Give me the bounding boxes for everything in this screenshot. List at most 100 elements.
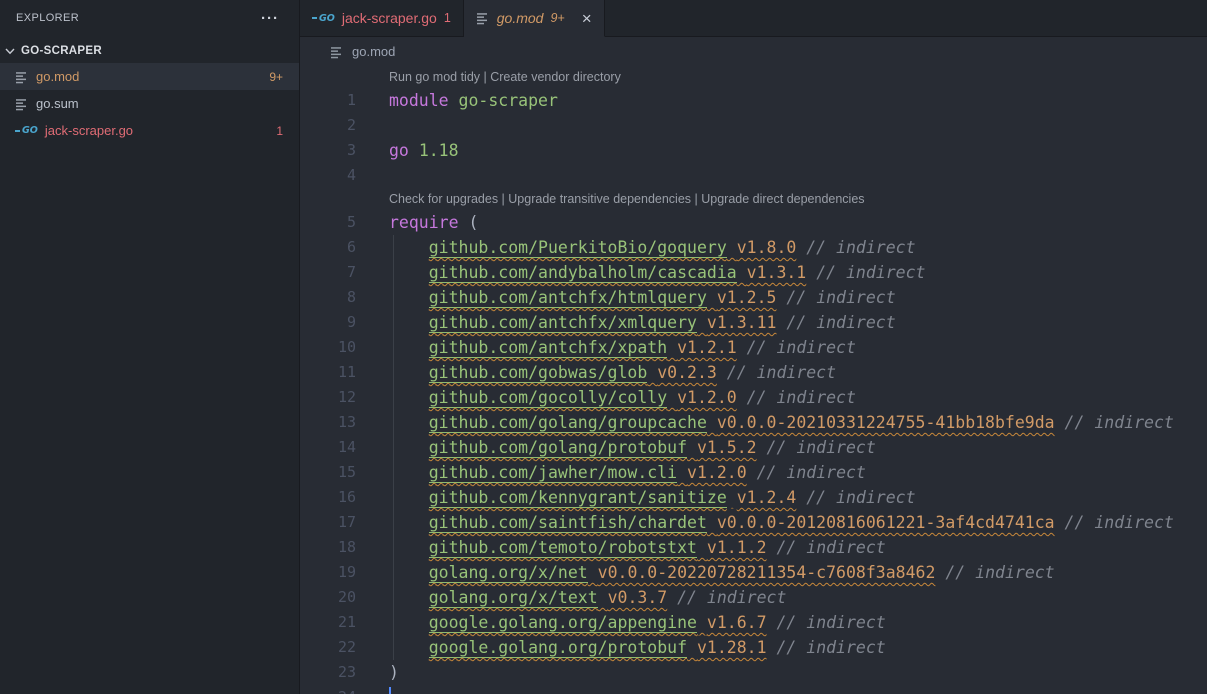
dependency-version: v1.2.4 [737, 488, 797, 507]
dependency-version: v0.0.0-20220728211354-c7608f3a8462 [598, 563, 936, 582]
tab-bar: GO jack-scraper.go 1 go.mod 9+ × [300, 0, 1207, 37]
code-line-content[interactable]: golang.org/x/text v0.3.7 // indirect [356, 585, 786, 610]
code-line-content[interactable]: github.com/golang/groupcache v0.0.0-2021… [356, 410, 1174, 435]
indirect-comment: // indirect [677, 588, 786, 607]
code-line-content[interactable]: github.com/antchfx/htmlquery v1.2.5 // i… [356, 285, 896, 310]
indirect-comment: // indirect [757, 463, 866, 482]
dependency-module-link[interactable]: github.com/antchfx/htmlquery [429, 288, 707, 308]
more-actions-icon[interactable]: ··· [261, 11, 279, 26]
file-row-go-sum[interactable]: go.sum [0, 90, 299, 117]
codelens-commands[interactable]: Run go mod tidy | Create vendor director… [389, 66, 621, 88]
file-row-go-mod[interactable]: go.mod 9+ [0, 63, 299, 90]
list-icon [330, 45, 344, 59]
indirect-comment: // indirect [786, 288, 895, 307]
code-line-content[interactable]: github.com/golang/protobuf v1.5.2 // ind… [356, 435, 876, 460]
code-line-content[interactable]: ) [356, 660, 399, 685]
line-number: 8 [300, 285, 356, 310]
close-icon[interactable]: × [582, 10, 592, 27]
dependency-module-link[interactable]: google.golang.org/appengine [429, 613, 697, 633]
dependency-module-link[interactable]: github.com/gocolly/colly [429, 388, 667, 408]
code-line-content[interactable]: github.com/temoto/robotstxt v1.1.2 // in… [356, 535, 886, 560]
warning-squiggle-span: google.golang.org/protobuf v1.28.1 [429, 638, 767, 658]
indent-guide [393, 410, 394, 435]
tab-go-mod[interactable]: go.mod 9+ × [464, 0, 605, 37]
code-token: go-scraper [459, 91, 558, 110]
code-line-content[interactable] [356, 163, 389, 188]
code-line-content[interactable]: google.golang.org/appengine v1.6.7 // in… [356, 610, 886, 635]
code-line-content[interactable]: github.com/andybalholm/cascadia v1.3.1 /… [356, 260, 925, 285]
code-line-content[interactable]: github.com/saintfish/chardet v0.0.0-2012… [356, 510, 1174, 535]
dependency-module-link[interactable]: github.com/antchfx/xpath [429, 338, 667, 358]
code-line-content[interactable]: golang.org/x/net v0.0.0-20220728211354-c… [356, 560, 1055, 585]
code-line: 16 github.com/kennygrant/sanitize v1.2.4… [300, 485, 1207, 510]
dependency-module-link[interactable]: github.com/temoto/robotstxt [429, 538, 697, 558]
dependency-module-link[interactable]: github.com/golang/protobuf [429, 438, 687, 458]
code-line-content[interactable]: module go-scraper [356, 88, 558, 113]
line-number: 5 [300, 210, 356, 235]
code-line-content[interactable]: github.com/jawher/mow.cli v1.2.0 // indi… [356, 460, 866, 485]
dependency-module-link[interactable]: github.com/kennygrant/sanitize [429, 488, 727, 508]
code-line: 20 golang.org/x/text v0.3.7 // indirect [300, 585, 1207, 610]
dependency-module-link[interactable]: github.com/saintfish/chardet [429, 513, 707, 533]
line-number: 3 [300, 138, 356, 163]
warning-squiggle-span: github.com/antchfx/htmlquery v1.2.5 [429, 288, 777, 308]
code-line-content[interactable]: github.com/gocolly/colly v1.2.0 // indir… [356, 385, 856, 410]
dependency-module-link[interactable]: github.com/golang/groupcache [429, 413, 707, 433]
code-line-content[interactable]: github.com/kennygrant/sanitize v1.2.4 //… [356, 485, 916, 510]
dependency-version: v0.3.7 [608, 588, 668, 607]
dependency-module-link[interactable]: github.com/PuerkitoBio/goquery [429, 238, 727, 258]
dependency-module-link[interactable]: github.com/gobwas/glob [429, 363, 648, 383]
explorer-header: EXPLORER ··· [0, 0, 299, 36]
warning-squiggle-span: golang.org/x/text v0.3.7 [429, 588, 667, 608]
code-line-content[interactable]: require ( [356, 210, 478, 235]
warning-squiggle-span: github.com/golang/groupcache v0.0.0-2021… [429, 413, 1055, 433]
dependency-version: v1.6.7 [707, 613, 767, 632]
code-area[interactable]: Run go mod tidy | Create vendor director… [300, 66, 1207, 694]
dependency-module-link[interactable]: golang.org/x/text [429, 588, 598, 608]
file-row-jack-scraper[interactable]: GO jack-scraper.go 1 [0, 117, 299, 144]
breadcrumb[interactable]: go.mod [300, 37, 1207, 66]
code-token: ) [389, 663, 399, 682]
breadcrumb-item[interactable]: go.mod [352, 44, 395, 59]
code-line-content[interactable]: github.com/antchfx/xmlquery v1.3.11 // i… [356, 310, 896, 335]
dependency-module-link[interactable]: github.com/andybalholm/cascadia [429, 263, 737, 283]
code-line-content[interactable] [356, 685, 389, 694]
code-line-content[interactable] [356, 113, 389, 138]
indent-guide [393, 585, 394, 610]
file-name: go.mod [36, 69, 262, 84]
code-line-content[interactable]: github.com/PuerkitoBio/goquery v1.8.0 //… [356, 235, 916, 260]
code-line-content[interactable]: github.com/antchfx/xpath v1.2.1 // indir… [356, 335, 856, 360]
warning-squiggle-span: github.com/temoto/robotstxt v1.1.2 [429, 538, 767, 558]
dependency-module-link[interactable]: github.com/jawher/mow.cli [429, 463, 677, 483]
dependency-module-link[interactable]: google.golang.org/protobuf [429, 638, 687, 658]
warning-squiggle-span: github.com/kennygrant/sanitize v1.2.4 [429, 488, 797, 508]
line-number: 17 [300, 510, 356, 535]
code-token: require [389, 213, 459, 232]
dependency-module-link[interactable]: github.com/antchfx/xmlquery [429, 313, 697, 333]
warning-squiggle-span: github.com/antchfx/xmlquery v1.3.11 [429, 313, 777, 333]
tab-label: jack-scraper.go [342, 10, 437, 26]
code-line-content[interactable]: github.com/gobwas/glob v0.2.3 // indirec… [356, 360, 836, 385]
code-line: 7 github.com/andybalholm/cascadia v1.3.1… [300, 260, 1207, 285]
code-line: 23) [300, 660, 1207, 685]
tab-jack-scraper[interactable]: GO jack-scraper.go 1 [300, 0, 464, 37]
vscode-window: EXPLORER ··· GO-SCRAPER go.mod 9+ go.sum… [0, 0, 1207, 694]
codelens-commands[interactable]: Check for upgrades | Upgrade transitive … [389, 188, 865, 210]
indirect-comment: // indirect [767, 438, 876, 457]
code-line: 24 [300, 685, 1207, 694]
indent-guide [393, 560, 394, 585]
code-line: 12 github.com/gocolly/colly v1.2.0 // in… [300, 385, 1207, 410]
folder-section-header[interactable]: GO-SCRAPER [0, 39, 299, 63]
problem-badge: 1 [276, 124, 283, 138]
code-line-content[interactable]: go 1.18 [356, 138, 459, 163]
indent-guide [393, 460, 394, 485]
list-icon [15, 97, 29, 111]
indent-guide [393, 360, 394, 385]
code-line: 10 github.com/antchfx/xpath v1.2.1 // in… [300, 335, 1207, 360]
editor-group: GO jack-scraper.go 1 go.mod 9+ × go.mod … [300, 0, 1207, 694]
code-line-content[interactable]: google.golang.org/protobuf v1.28.1 // in… [356, 635, 886, 660]
line-number: 15 [300, 460, 356, 485]
indirect-comment: // indirect [816, 263, 925, 282]
dependency-version: v0.0.0-20120816061221-3af4cd4741ca [717, 513, 1055, 532]
dependency-module-link[interactable]: golang.org/x/net [429, 563, 588, 583]
